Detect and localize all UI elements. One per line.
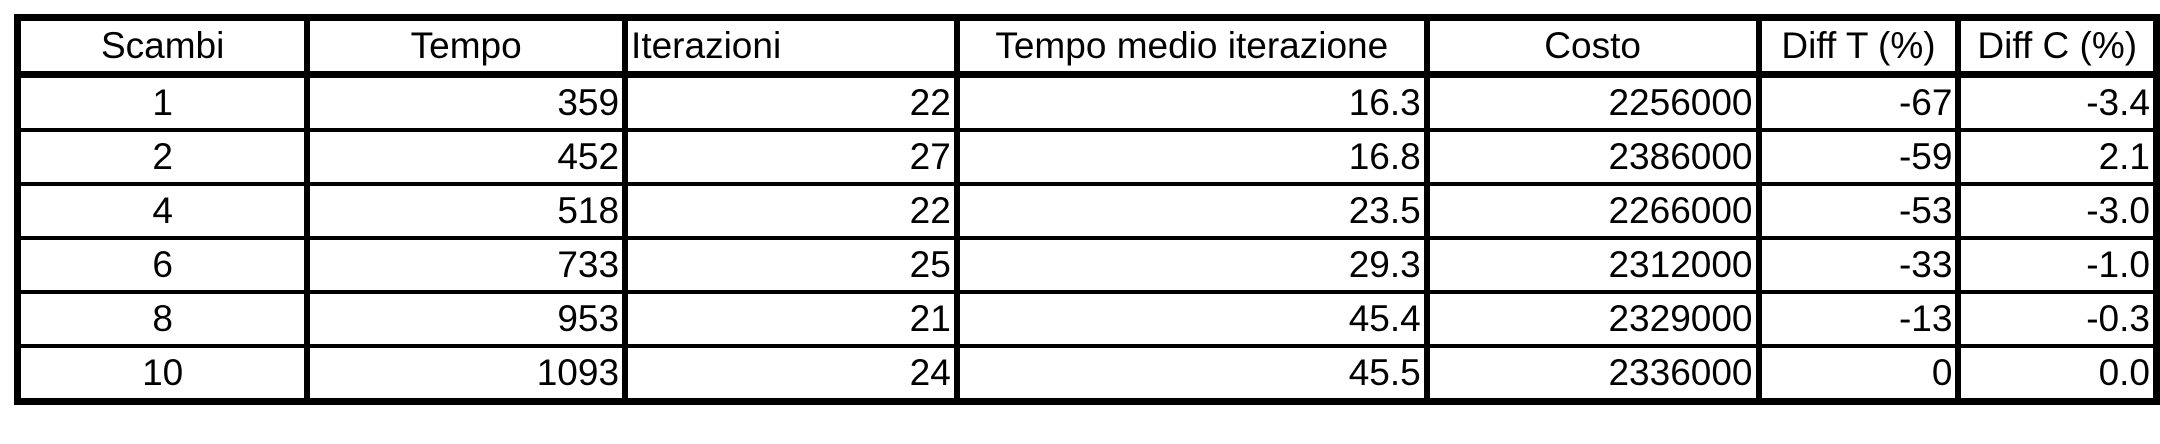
results-table: Scambi Tempo Iterazioni Tempo medio iter… xyxy=(14,14,2160,405)
cell-diff-t: -13 xyxy=(1755,290,1962,348)
cell-costo: 2329000 xyxy=(1423,290,1762,348)
cell-diff-c: -1.0 xyxy=(1955,236,2160,294)
cell-tempo: 1093 xyxy=(304,344,629,404)
cell-diff-t: -67 xyxy=(1755,72,1962,132)
cell-diff-c: -3.0 xyxy=(1955,182,2160,240)
cell-tempo: 518 xyxy=(304,182,629,240)
cell-iterazioni: 21 xyxy=(622,290,960,348)
cell-costo: 2266000 xyxy=(1423,182,1762,240)
table-row: 4 518 22 23.5 2266000 -53 -3.0 xyxy=(14,182,2160,240)
cell-iterazioni: 24 xyxy=(622,344,960,404)
cell-diff-t: -59 xyxy=(1755,128,1962,186)
header-tempo: Tempo xyxy=(304,15,629,78)
table-row: 6 733 25 29.3 2312000 -33 -1.0 xyxy=(14,236,2160,294)
header-costo: Costo xyxy=(1423,15,1762,78)
cell-tempo: 359 xyxy=(304,72,629,132)
cell-tempo: 733 xyxy=(304,236,629,294)
cell-diff-c: 2.1 xyxy=(1955,128,2160,186)
cell-iterazioni: 27 xyxy=(622,128,960,186)
header-diff-t: Diff T (%) xyxy=(1755,15,1962,78)
cell-tempo-medio: 23.5 xyxy=(953,182,1430,240)
cell-scambi: 8 xyxy=(14,290,311,348)
cell-diff-c: -0.3 xyxy=(1955,290,2160,348)
cell-iterazioni: 25 xyxy=(622,236,960,294)
header-row: Scambi Tempo Iterazioni Tempo medio iter… xyxy=(14,15,2160,78)
cell-scambi: 4 xyxy=(14,182,311,240)
cell-tempo-medio: 16.3 xyxy=(953,72,1430,132)
cell-scambi: 1 xyxy=(14,72,311,132)
cell-diff-t: -33 xyxy=(1755,236,1962,294)
cell-costo: 2386000 xyxy=(1423,128,1762,186)
cell-diff-t: -53 xyxy=(1755,182,1962,240)
cell-tempo-medio: 16.8 xyxy=(953,128,1430,186)
header-scambi: Scambi xyxy=(14,15,311,78)
cell-scambi: 6 xyxy=(14,236,311,294)
table-row: 1 359 22 16.3 2256000 -67 -3.4 xyxy=(14,72,2160,132)
cell-costo: 2256000 xyxy=(1423,72,1762,132)
cell-diff-c: -3.4 xyxy=(1955,72,2160,132)
cell-tempo-medio: 45.5 xyxy=(953,344,1430,404)
table-row: 2 452 27 16.8 2386000 -59 2.1 xyxy=(14,128,2160,186)
table-row: 8 953 21 45.4 2329000 -13 -0.3 xyxy=(14,290,2160,348)
cell-costo: 2336000 xyxy=(1423,344,1762,404)
cell-scambi: 10 xyxy=(14,344,311,404)
cell-iterazioni: 22 xyxy=(622,182,960,240)
header-iterazioni: Iterazioni xyxy=(622,15,960,78)
header-tempo-medio-iterazione: Tempo medio iterazione xyxy=(953,15,1430,78)
cell-iterazioni: 22 xyxy=(622,72,960,132)
cell-costo: 2312000 xyxy=(1423,236,1762,294)
table-row: 10 1093 24 45.5 2336000 0 0.0 xyxy=(14,344,2160,404)
cell-tempo: 953 xyxy=(304,290,629,348)
cell-scambi: 2 xyxy=(14,128,311,186)
cell-tempo-medio: 45.4 xyxy=(953,290,1430,348)
cell-tempo-medio: 29.3 xyxy=(953,236,1430,294)
cell-tempo: 452 xyxy=(304,128,629,186)
cell-diff-c: 0.0 xyxy=(1955,344,2160,404)
cell-diff-t: 0 xyxy=(1755,344,1962,404)
header-diff-c: Diff C (%) xyxy=(1955,15,2160,78)
